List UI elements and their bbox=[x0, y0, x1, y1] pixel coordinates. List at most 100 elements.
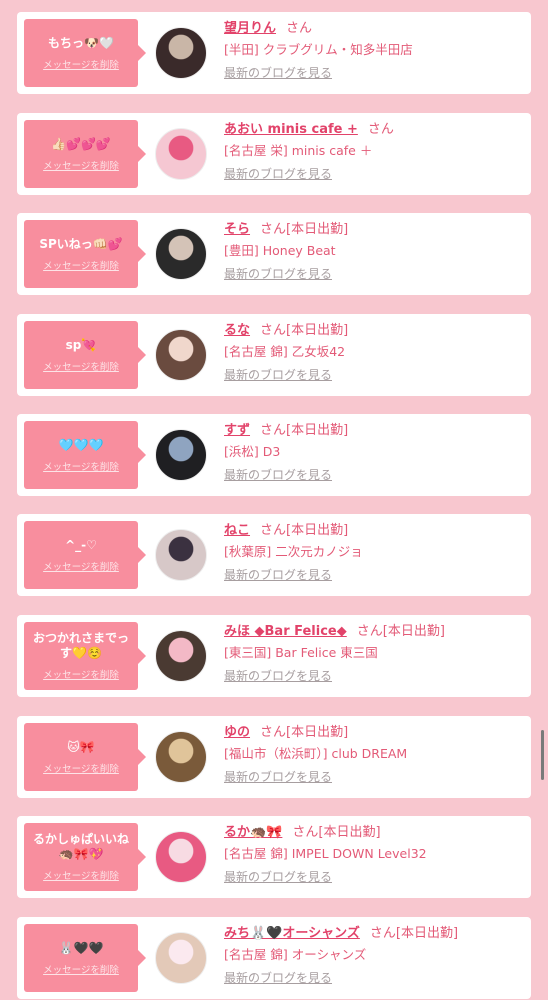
cast-card: sp💘 メッセージを削除 るな さん[本日出勤] [名古屋 錦] 乙女坂42 最新… bbox=[17, 314, 531, 396]
honorific: さん bbox=[260, 323, 287, 338]
message-text: 🐰🖤🖤 bbox=[58, 940, 104, 955]
status-label: [本日出勤] bbox=[395, 926, 459, 941]
cast-name-link[interactable]: るか🦔🎀 bbox=[224, 825, 282, 840]
delete-message-link[interactable]: メッセージを削除 bbox=[43, 868, 119, 882]
cast-card: 🩵🩵🩵 メッセージを削除 すず さん[本日出勤] [浜松] D3 最新のブログを見… bbox=[17, 414, 531, 496]
latest-blog-link[interactable]: 最新のブログを見る bbox=[224, 668, 332, 684]
delete-message-link[interactable]: メッセージを削除 bbox=[43, 459, 119, 473]
cast-card: 🐱🎀 メッセージを削除 ゆの さん[本日出勤] [福山市（松浜町）] club D… bbox=[17, 716, 531, 798]
message-text: sp💘 bbox=[65, 337, 97, 352]
honorific: さん bbox=[369, 926, 396, 941]
latest-blog-link[interactable]: 最新のブログを見る bbox=[224, 166, 332, 182]
message-bubble: SPいねっ👊🏻💕 メッセージを削除 bbox=[24, 220, 146, 288]
message-bubble: 🐱🎀 メッセージを削除 bbox=[24, 723, 146, 791]
cast-name-link[interactable]: るな bbox=[224, 323, 250, 338]
cast-card: 🐰🖤🖤 メッセージを削除 みち🐰🖤オーシャンズ さん[本日出勤] [名古屋 錦] … bbox=[17, 917, 531, 999]
message-bubble: 🩵🩵🩵 メッセージを削除 bbox=[24, 421, 146, 489]
avatar[interactable] bbox=[155, 128, 207, 180]
honorific: さん bbox=[260, 523, 287, 538]
delete-message-link[interactable]: メッセージを削除 bbox=[43, 559, 119, 573]
delete-message-link[interactable]: メッセージを削除 bbox=[43, 667, 119, 681]
cast-name-link[interactable]: ねこ bbox=[224, 523, 250, 538]
status-label: [本日出勤] bbox=[286, 523, 349, 538]
status-label: [本日出勤] bbox=[286, 725, 349, 740]
shop-label: [名古屋 栄] minis cafe ＋ bbox=[224, 143, 373, 158]
cast-card: SPいねっ👊🏻💕 メッセージを削除 そら さん[本日出勤] [豊田] Honey … bbox=[17, 213, 531, 295]
cast-name-link[interactable]: ゆの bbox=[224, 725, 250, 740]
honorific: さん bbox=[260, 222, 287, 237]
message-text: るかしゅぱいいね🦔🎀💖 bbox=[32, 832, 129, 861]
cast-card: ^_-♡ メッセージを削除 ねこ さん[本日出勤] [秋葉原] 二次元カノジョ 最… bbox=[17, 514, 531, 596]
honorific: さん bbox=[260, 423, 287, 438]
latest-blog-link[interactable]: 最新のブログを見る bbox=[224, 769, 332, 785]
honorific: さん bbox=[260, 725, 287, 740]
cast-name-link[interactable]: あおい minis cafe + bbox=[224, 122, 358, 137]
message-bubble: sp💘 メッセージを削除 bbox=[24, 321, 146, 389]
honorific: さん bbox=[367, 122, 394, 137]
message-bubble: 👍🏻💕💕💕 メッセージを削除 bbox=[24, 120, 146, 188]
avatar[interactable] bbox=[155, 630, 207, 682]
avatar[interactable] bbox=[155, 529, 207, 581]
cast-name-link[interactable]: すず bbox=[224, 423, 250, 438]
latest-blog-link[interactable]: 最新のブログを見る bbox=[224, 367, 332, 383]
scrollbar[interactable] bbox=[541, 730, 544, 780]
shop-label: [名古屋 錦] オーシャンズ bbox=[224, 947, 367, 962]
delete-message-link[interactable]: メッセージを削除 bbox=[43, 761, 119, 775]
latest-blog-link[interactable]: 最新のブログを見る bbox=[224, 567, 332, 583]
status-label: [本日出勤] bbox=[286, 323, 349, 338]
message-bubble: るかしゅぱいいね🦔🎀💖 メッセージを削除 bbox=[24, 823, 146, 891]
message-text: 👍🏻💕💕💕 bbox=[51, 136, 111, 151]
message-bubble: もちっ🐶🤍 メッセージを削除 bbox=[24, 19, 146, 87]
message-text: もちっ🐶🤍 bbox=[48, 35, 114, 50]
favorite-cast-list: もちっ🐶🤍 メッセージを削除 望月りん さん [半田] クラブグリム・知多半田店 … bbox=[0, 0, 548, 1000]
honorific: さん bbox=[356, 624, 383, 639]
shop-label: [福山市（松浜町）] club DREAM bbox=[224, 746, 408, 761]
cast-name-link[interactable]: みち🐰🖤オーシャンズ bbox=[224, 926, 360, 941]
status-label: [本日出勤] bbox=[318, 825, 381, 840]
message-text: 🐱🎀 bbox=[67, 739, 95, 754]
message-bubble: おつかれさまでっす💛☺️ メッセージを削除 bbox=[24, 622, 146, 690]
avatar[interactable] bbox=[155, 429, 207, 481]
honorific: さん bbox=[286, 21, 313, 36]
cast-name-link[interactable]: みほ ◆Bar Felice◆ bbox=[224, 624, 347, 639]
latest-blog-link[interactable]: 最新のブログを見る bbox=[224, 970, 332, 986]
latest-blog-link[interactable]: 最新のブログを見る bbox=[224, 65, 332, 81]
delete-message-link[interactable]: メッセージを削除 bbox=[43, 158, 119, 172]
cast-card: 👍🏻💕💕💕 メッセージを削除 あおい minis cafe + さん [名古屋 栄… bbox=[17, 113, 531, 195]
avatar[interactable] bbox=[155, 27, 207, 79]
honorific: さん bbox=[292, 825, 319, 840]
shop-label: [秋葉原] 二次元カノジョ bbox=[224, 544, 363, 559]
status-label: [本日出勤] bbox=[286, 423, 349, 438]
delete-message-link[interactable]: メッセージを削除 bbox=[43, 359, 119, 373]
cast-card: おつかれさまでっす💛☺️ メッセージを削除 みほ ◆Bar Felice◆ さん[… bbox=[17, 615, 531, 697]
avatar[interactable] bbox=[155, 831, 207, 883]
latest-blog-link[interactable]: 最新のブログを見る bbox=[224, 467, 332, 483]
avatar[interactable] bbox=[155, 329, 207, 381]
shop-label: [東三国] Bar Felice 東三国 bbox=[224, 645, 378, 660]
avatar[interactable] bbox=[155, 228, 207, 280]
message-text: ^_-♡ bbox=[65, 537, 97, 552]
delete-message-link[interactable]: メッセージを削除 bbox=[43, 57, 119, 71]
cast-card: るかしゅぱいいね🦔🎀💖 メッセージを削除 るか🦔🎀 さん[本日出勤] [名古屋 錦… bbox=[17, 816, 531, 898]
status-label: [本日出勤] bbox=[286, 222, 349, 237]
shop-label: [名古屋 錦] IMPEL DOWN Level32 bbox=[224, 846, 427, 861]
latest-blog-link[interactable]: 最新のブログを見る bbox=[224, 266, 332, 282]
message-text: 🩵🩵🩵 bbox=[58, 437, 104, 452]
message-bubble: 🐰🖤🖤 メッセージを削除 bbox=[24, 924, 146, 992]
avatar[interactable] bbox=[155, 731, 207, 783]
cast-name-link[interactable]: 望月りん bbox=[224, 21, 276, 36]
shop-label: [豊田] Honey Beat bbox=[224, 243, 336, 258]
message-bubble: ^_-♡ メッセージを削除 bbox=[24, 521, 146, 589]
message-text: SPいねっ👊🏻💕 bbox=[39, 236, 123, 251]
shop-label: [半田] クラブグリム・知多半田店 bbox=[224, 42, 413, 57]
shop-label: [浜松] D3 bbox=[224, 444, 281, 459]
avatar[interactable] bbox=[155, 932, 207, 984]
shop-label: [名古屋 錦] 乙女坂42 bbox=[224, 344, 346, 359]
cast-name-link[interactable]: そら bbox=[224, 222, 250, 237]
delete-message-link[interactable]: メッセージを削除 bbox=[43, 258, 119, 272]
latest-blog-link[interactable]: 最新のブログを見る bbox=[224, 869, 332, 885]
delete-message-link[interactable]: メッセージを削除 bbox=[43, 962, 119, 976]
status-label: [本日出勤] bbox=[382, 624, 445, 639]
cast-card: もちっ🐶🤍 メッセージを削除 望月りん さん [半田] クラブグリム・知多半田店 … bbox=[17, 12, 531, 94]
message-text: おつかれさまでっす💛☺️ bbox=[32, 631, 129, 660]
